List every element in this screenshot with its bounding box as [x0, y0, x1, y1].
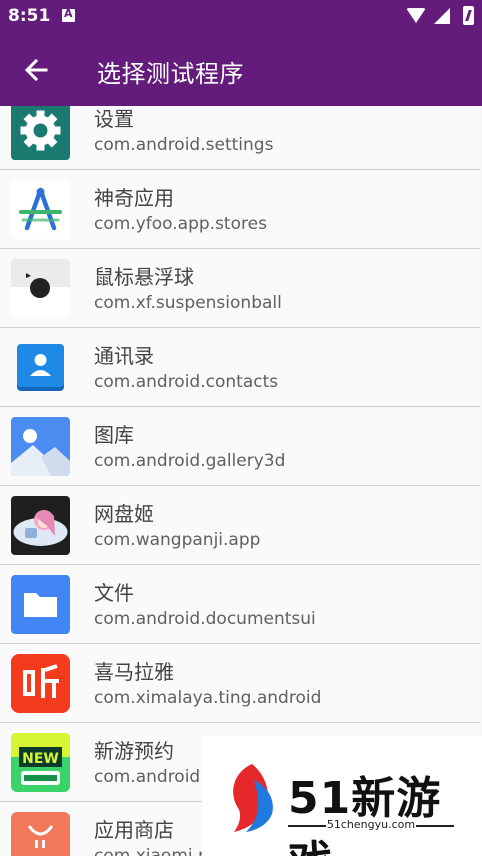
list-item[interactable]: 文件 com.android.documentsui: [0, 565, 480, 644]
list-item[interactable]: 鼠标悬浮球 com.xf.suspensionball: [0, 249, 480, 328]
battery-icon: [463, 6, 474, 25]
watermark-brand: 51新游戏: [288, 773, 442, 856]
app-name: 通讯录: [94, 344, 154, 368]
divider: [416, 825, 454, 827]
folder-icon: [11, 575, 70, 634]
app-bar: 选择测试程序: [0, 32, 482, 106]
contacts-icon: [11, 338, 70, 397]
app-package: com.android.documentsui: [94, 609, 316, 629]
gallery-icon: [11, 417, 70, 476]
app-name: 神奇应用: [94, 186, 174, 210]
anime-girl-icon: [11, 496, 70, 555]
ximalaya-icon: [11, 654, 70, 713]
floating-ball-icon: [11, 259, 70, 318]
app-package: com.android.contacts: [94, 372, 279, 392]
new-game-icon: NEW: [11, 733, 70, 792]
list-item[interactable]: 设置 com.android.settings: [0, 106, 480, 170]
status-bar: 8:51: [0, 0, 482, 32]
app-package: com.xf.suspensionball: [94, 293, 282, 313]
notification-a-icon: [62, 7, 75, 22]
app-name: 设置: [94, 107, 134, 131]
app-name: 喜马拉雅: [94, 660, 174, 684]
app-package: com.yfoo.app.stores: [94, 214, 267, 234]
list-item[interactable]: 图库 com.android.gallery3d: [0, 407, 480, 486]
app-package: com.android.: [94, 767, 206, 787]
app-name: 鼠标悬浮球: [94, 265, 194, 289]
app-name: 图库: [94, 423, 134, 447]
app-name: 网盘姬: [94, 502, 154, 526]
compass-a-icon: [11, 180, 70, 239]
app-package: com.ximalaya.ting.android: [94, 688, 322, 708]
app-package: com.wangpanji.app: [94, 530, 261, 550]
app-name: 应用商店: [94, 818, 174, 842]
signal-icon: [434, 8, 450, 24]
status-time: 8:51: [8, 6, 51, 26]
mi-store-icon: [11, 812, 70, 856]
list-item[interactable]: 网盘姬 com.wangpanji.app: [0, 486, 480, 565]
brand-logo-icon: [233, 764, 273, 832]
app-package: com.xiaomi.r: [94, 846, 205, 856]
back-button[interactable]: [20, 54, 52, 86]
settings-gear-icon: [11, 106, 70, 160]
list-item[interactable]: 喜马拉雅 com.ximalaya.ting.android: [0, 644, 480, 723]
app-name: 新游预约: [94, 739, 174, 763]
arrow-left-icon: [24, 58, 48, 82]
app-name: 文件: [94, 581, 134, 605]
app-package: com.android.settings: [94, 135, 274, 155]
wifi-icon: [406, 8, 426, 23]
svg-text:NEW: NEW: [22, 751, 59, 767]
page-title: 选择测试程序: [97, 60, 244, 88]
app-package: com.android.gallery3d: [94, 451, 286, 471]
list-item[interactable]: 通讯录 com.android.contacts: [0, 328, 480, 407]
watermark-overlay: 51新游戏 51chengyu.com: [202, 736, 482, 856]
list-item[interactable]: 神奇应用 com.yfoo.app.stores: [0, 170, 480, 249]
